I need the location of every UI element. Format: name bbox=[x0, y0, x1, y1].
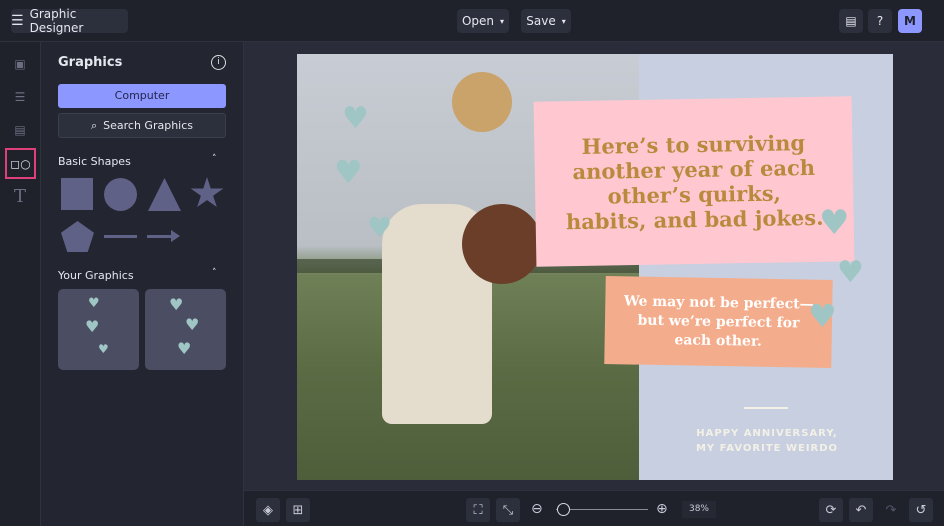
footer-text: HAPPY ANNIVERSARY, MY FAVORITE WEIRDO bbox=[667, 426, 867, 456]
open-label: Open bbox=[461, 14, 495, 28]
graphic-thumbnail[interactable]: ♥ ♥ ♥ bbox=[145, 289, 226, 370]
heart-icon: ♥ bbox=[98, 342, 109, 356]
circle-shape[interactable] bbox=[104, 178, 137, 211]
heart-icon[interactable]: ♥ bbox=[334, 156, 363, 188]
hamburger-icon: ☰ bbox=[11, 13, 24, 29]
tool-rail: ▣ ☰ ▤ ◻○ T bbox=[0, 42, 41, 526]
heart-icon: ♥ bbox=[88, 296, 100, 311]
zoom-slider-handle[interactable] bbox=[557, 503, 570, 516]
help-icon[interactable]: ? bbox=[868, 9, 892, 33]
undo-icon[interactable]: ↶ bbox=[849, 498, 873, 522]
chevron-down-icon: ▾ bbox=[561, 16, 566, 26]
heart-icon[interactable]: ♥ bbox=[819, 206, 849, 240]
fit-screen-icon[interactable]: ⛶ bbox=[466, 498, 490, 522]
shrink-icon[interactable]: ⤡ bbox=[496, 498, 520, 522]
avatar-initial: M bbox=[904, 14, 916, 28]
heart-icon[interactable]: ♥ bbox=[837, 258, 864, 288]
top-bar: ☰ Graphic Designer Open ▾ Save ▾ ▤ ? M bbox=[0, 0, 944, 42]
heart-icon[interactable]: ♥ bbox=[342, 104, 369, 134]
bottom-toolbar: ◈ ⊞ ⛶ ⤡ ⊖ ⊕ 38% ⟳ ↶ ↷ ↺ bbox=[244, 490, 944, 526]
search-label: Search Graphics bbox=[103, 119, 194, 132]
footer-line-2: MY FAVORITE WEIRDO bbox=[695, 443, 839, 454]
redo-icon[interactable]: ↷ bbox=[879, 498, 903, 522]
subtext: We may not be perfect—but we’re perfect … bbox=[623, 292, 814, 350]
headline-box[interactable]: Here’s to surviving another year of each… bbox=[533, 96, 855, 267]
zoom-value[interactable]: 38% bbox=[682, 501, 716, 518]
open-button[interactable]: Open ▾ bbox=[457, 9, 509, 33]
line-shape[interactable] bbox=[104, 235, 137, 238]
computer-button[interactable]: Computer bbox=[58, 84, 226, 108]
collapse-icon[interactable]: ˄ bbox=[212, 154, 217, 164]
save-button[interactable]: Save ▾ bbox=[521, 9, 571, 33]
history-icon[interactable]: ↺ bbox=[909, 498, 933, 522]
subtext-box[interactable]: We may not be perfect—but we’re perfect … bbox=[604, 276, 833, 368]
comment-icon[interactable]: ▤ bbox=[839, 9, 863, 33]
divider-line bbox=[744, 407, 788, 409]
image-icon[interactable]: ▣ bbox=[8, 52, 32, 76]
heart-icon: ♥ bbox=[169, 295, 184, 314]
grid-icon[interactable]: ⊞ bbox=[286, 498, 310, 522]
adjust-icon[interactable]: ☰ bbox=[8, 85, 32, 109]
pentagon-shape[interactable] bbox=[61, 221, 94, 252]
menu-button[interactable]: ☰ Graphic Designer bbox=[11, 7, 128, 35]
info-icon[interactable]: i bbox=[211, 55, 226, 70]
heart-icon[interactable]: ♥ bbox=[808, 300, 837, 332]
layers-icon[interactable]: ◈ bbox=[256, 498, 280, 522]
design-canvas[interactable]: ♥ ♥ ♥ Here’s to surviving another year o… bbox=[297, 54, 893, 480]
heart-icon: ♥ bbox=[185, 315, 200, 334]
heart-icon: ♥ bbox=[85, 317, 100, 336]
layout-icon[interactable]: ▤ bbox=[8, 118, 32, 142]
zoom-in-icon[interactable]: ⊕ bbox=[656, 501, 668, 517]
zoom-out-icon[interactable]: ⊖ bbox=[531, 501, 543, 517]
hat bbox=[452, 72, 512, 132]
arrow-shape[interactable] bbox=[147, 235, 174, 238]
headline-text: Here’s to surviving another year of each… bbox=[565, 129, 824, 234]
your-graphics-heading: Your Graphics bbox=[58, 269, 134, 282]
triangle-shape[interactable] bbox=[148, 178, 181, 211]
refresh-icon[interactable]: ⟳ bbox=[819, 498, 843, 522]
heart-icon[interactable]: ♥ bbox=[367, 214, 392, 242]
text-icon[interactable]: T bbox=[8, 184, 32, 208]
app-title: Graphic Designer bbox=[29, 7, 84, 35]
chevron-down-icon: ▾ bbox=[500, 16, 505, 26]
basic-shapes-heading: Basic Shapes bbox=[58, 155, 131, 168]
graphic-thumbnail[interactable]: ♥ ♥ ♥ bbox=[58, 289, 139, 370]
graphics-icon[interactable]: ◻○ bbox=[5, 148, 36, 179]
collapse-icon[interactable]: ˄ bbox=[212, 268, 217, 278]
save-label: Save bbox=[526, 14, 556, 28]
heart-icon: ♥ bbox=[177, 339, 192, 358]
search-graphics-button[interactable]: ⌕ Search Graphics bbox=[58, 113, 226, 138]
star-shape[interactable] bbox=[190, 177, 224, 208]
arrow-head bbox=[171, 230, 180, 242]
avatar[interactable]: M bbox=[898, 9, 922, 33]
panel-title: Graphics bbox=[58, 55, 123, 70]
hair bbox=[462, 204, 542, 284]
square-shape[interactable] bbox=[61, 178, 93, 210]
search-icon: ⌕ bbox=[90, 118, 98, 132]
graphics-panel: Graphics i Computer ⌕ Search Graphics Bas… bbox=[41, 42, 244, 526]
footer-line-1: HAPPY ANNIVERSARY, bbox=[696, 428, 838, 439]
